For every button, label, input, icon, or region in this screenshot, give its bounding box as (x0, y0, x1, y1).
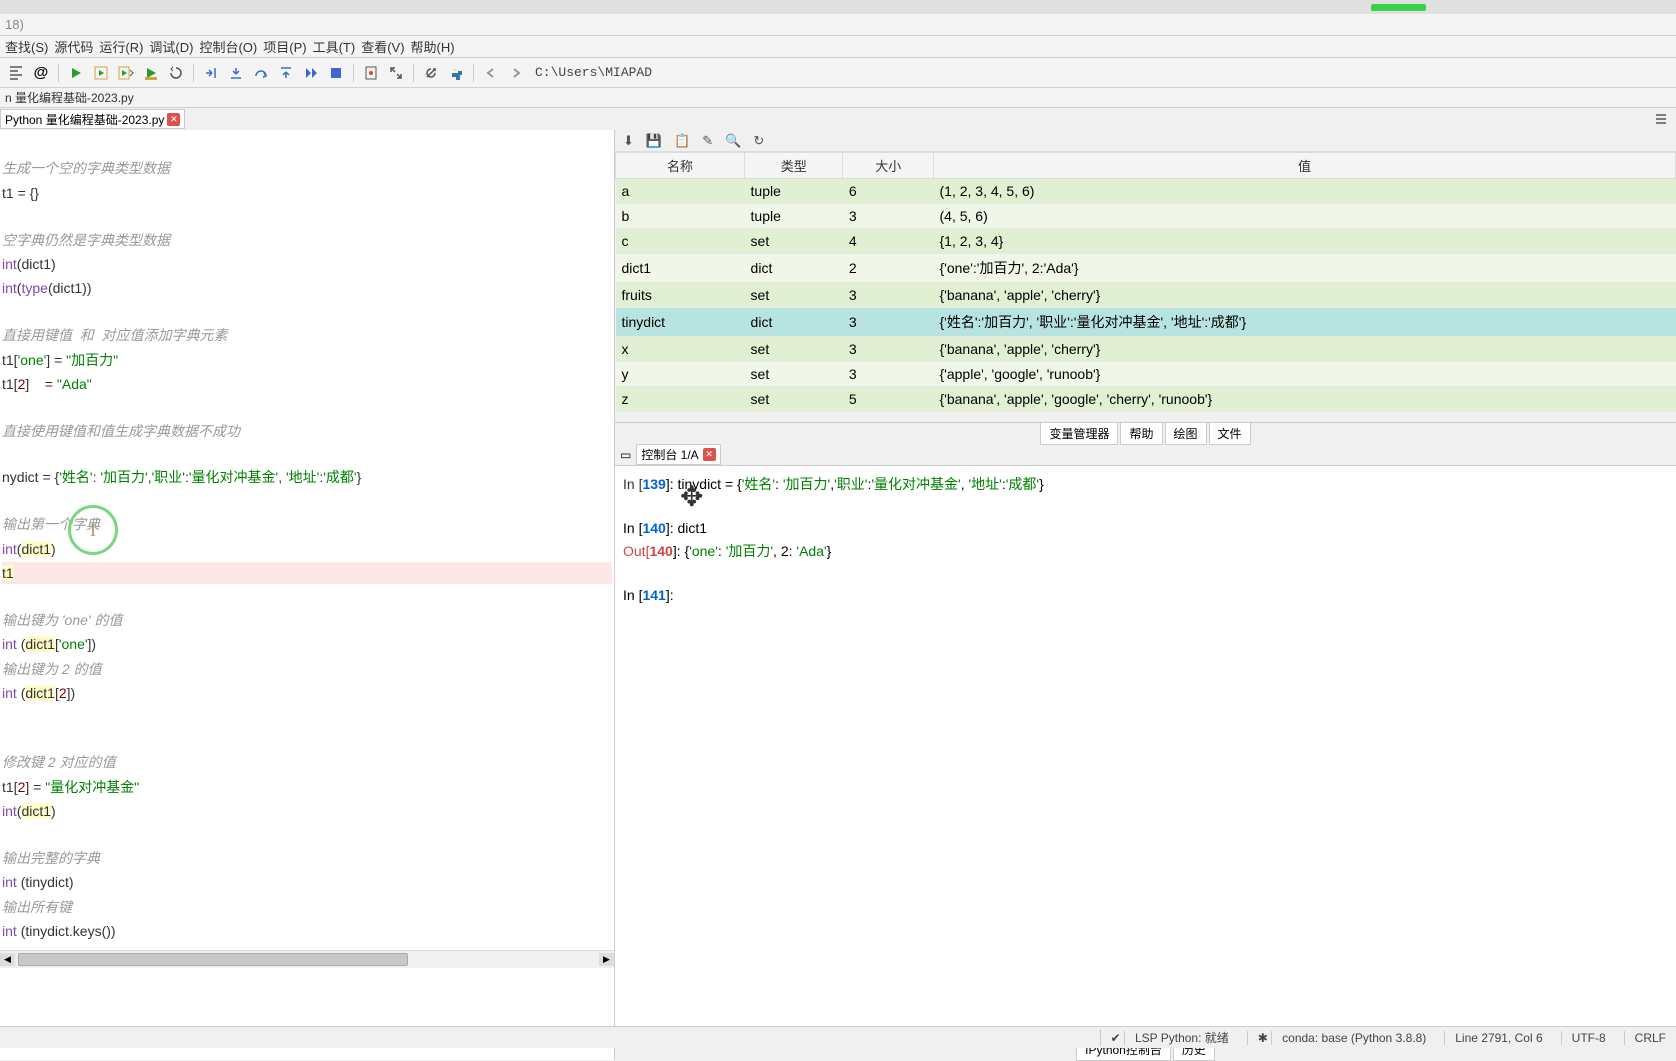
editor-pane[interactable]: 生成一个空的字典类型数据 t1 = {} 空字典仍然是字典类型数据 int(di… (0, 130, 615, 1060)
scrollbar-thumb[interactable] (18, 953, 408, 966)
variable-table[interactable]: 名称类型大小值 atuple6(1, 2, 3, 4, 5, 6)btuple3… (615, 152, 1676, 412)
table-row[interactable]: zset5{'banana', 'apple', 'google', 'cher… (616, 387, 1676, 412)
table-row[interactable]: atuple6(1, 2, 3, 4, 5, 6) (616, 179, 1676, 204)
save-as-icon[interactable]: 📋 (674, 133, 690, 149)
debug-file-icon[interactable] (360, 62, 382, 84)
titlebar (0, 0, 1676, 14)
menu-item[interactable]: 项目(P) (260, 37, 309, 56)
status-position: Line 2791, Col 6 (1444, 1031, 1542, 1045)
table-row[interactable]: dict1dict2{'one':'加百力', 2:'Ada'} (616, 254, 1676, 283)
code-editor[interactable]: 生成一个空的字典类型数据 t1 = {} 空字典仍然是字典类型数据 int(di… (0, 130, 614, 950)
menu-item[interactable]: 查找(S) (2, 37, 51, 56)
table-row[interactable]: fruitsset3{'banana', 'apple', 'cherry'} (616, 283, 1676, 308)
status-eol: CRLF (1624, 1031, 1666, 1045)
console-tab-label: 控制台 1/A (641, 446, 698, 463)
restart-icon[interactable] (165, 62, 187, 84)
settings-icon[interactable] (420, 62, 442, 84)
maximize-icon[interactable] (385, 62, 407, 84)
continue-icon[interactable] (300, 62, 322, 84)
filetab-active[interactable]: Python 量化编程基础-2023.py ✕ (0, 109, 185, 129)
horizontal-scrollbar[interactable]: ◀ ▶ (0, 950, 614, 968)
console-tabs: ▭ 控制台 1/A ✕ (615, 444, 1676, 466)
status-encoding: UTF-8 (1561, 1031, 1606, 1045)
menu-item[interactable]: 源代码 (51, 37, 96, 56)
at-icon[interactable]: @ (30, 62, 52, 84)
menu-item[interactable]: 调试(D) (146, 37, 196, 56)
column-header[interactable]: 名称 (616, 153, 745, 179)
run-icon[interactable] (65, 62, 87, 84)
scroll-left-icon[interactable]: ◀ (0, 953, 15, 966)
hamburger-icon[interactable] (1654, 112, 1668, 126)
menu-item[interactable]: 工具(T) (310, 37, 359, 56)
forward-icon[interactable] (505, 62, 527, 84)
pane-tab[interactable]: 帮助 (1120, 422, 1162, 445)
column-header[interactable]: 大小 (843, 153, 934, 179)
right-pane-tabs[interactable]: 变量管理器帮助绘图文件 (615, 422, 1676, 444)
debug-step-icon[interactable] (200, 62, 222, 84)
column-header[interactable]: 类型 (745, 153, 843, 179)
refresh-icon[interactable]: ↻ (753, 133, 764, 149)
stop-icon[interactable] (325, 62, 347, 84)
table-row[interactable]: yset3{'apple', 'google', 'runoob'} (616, 362, 1676, 387)
menu-item[interactable]: 查看(V) (358, 37, 407, 56)
status-lsp: ✔ LSP Python: 就绪 (1100, 1029, 1229, 1046)
python-icon[interactable] (445, 62, 467, 84)
menu-item[interactable]: 控制台(O) (196, 37, 260, 56)
pane-tab[interactable]: 绘图 (1165, 422, 1207, 445)
progress-indicator (1371, 4, 1426, 11)
column-header[interactable]: 值 (934, 153, 1676, 179)
right-pane: ⬇ 💾 📋 ✎ 🔍 ↻ 名称类型大小值 atuple6(1, 2, 3, 4, … (615, 130, 1676, 1060)
pane-tab[interactable]: 变量管理器 (1040, 422, 1118, 445)
step-out-icon[interactable] (275, 62, 297, 84)
ipython-console[interactable]: ✥ In [139]: tinydict = {'姓名': '加百力','职业'… (615, 466, 1676, 1038)
console-menu-icon[interactable]: ▭ (620, 448, 631, 462)
back-icon[interactable] (480, 62, 502, 84)
table-row[interactable]: tinydictdict3{'姓名':'加百力', '职业':'量化对冲基金',… (616, 308, 1676, 337)
edit-icon[interactable]: ✎ (702, 133, 713, 149)
variable-toolbar: ⬇ 💾 📋 ✎ 🔍 ↻ (615, 130, 1676, 152)
scroll-right-icon[interactable]: ▶ (599, 953, 614, 966)
step-over-icon[interactable] (250, 62, 272, 84)
close-icon[interactable]: ✕ (167, 113, 180, 126)
console-tab[interactable]: 控制台 1/A ✕ (636, 444, 720, 465)
menu[interactable]: 查找(S)源代码运行(R)调试(D)控制台(O)项目(P)工具(T)查看(V)帮… (0, 36, 1676, 58)
breadcrumb-bar: n 量化编程基础-2023.py (0, 88, 1676, 108)
table-row[interactable]: btuple3(4, 5, 6) (616, 204, 1676, 229)
menu-item[interactable]: 帮助(H) (408, 37, 458, 56)
outdent-icon[interactable] (5, 62, 27, 84)
import-icon[interactable]: ⬇ (623, 133, 634, 149)
save-icon[interactable]: 💾 (646, 133, 662, 149)
step-into-icon[interactable] (225, 62, 247, 84)
file-tabs: Python 量化编程基础-2023.py ✕ (0, 108, 1676, 130)
close-icon[interactable]: ✕ (703, 448, 716, 461)
table-row[interactable]: cset4{1, 2, 3, 4} (616, 229, 1676, 254)
statusbar: ✔ LSP Python: 就绪 ✱ conda: base (Python 3… (0, 1026, 1676, 1048)
status-conda: ✱ conda: base (Python 3.8.8) (1247, 1031, 1426, 1045)
toolbar: @ C:\Users\MIAPAD (0, 58, 1676, 88)
pane-tab[interactable]: 文件 (1209, 422, 1251, 445)
run-selection-icon[interactable] (140, 62, 162, 84)
menubar: 18) (0, 14, 1676, 36)
working-dir: C:\Users\MIAPAD (535, 65, 652, 80)
filetab-label: Python 量化编程基础-2023.py (5, 111, 164, 128)
breadcrumb: n 量化编程基础-2023.py (0, 89, 139, 106)
run-cell-advance-icon[interactable] (115, 62, 137, 84)
menu-item[interactable]: 运行(R) (96, 37, 146, 56)
search-icon[interactable]: 🔍 (725, 133, 741, 149)
title-fragment: 18) (2, 17, 27, 32)
run-cell-icon[interactable] (90, 62, 112, 84)
table-row[interactable]: xset3{'banana', 'apple', 'cherry'} (616, 337, 1676, 362)
